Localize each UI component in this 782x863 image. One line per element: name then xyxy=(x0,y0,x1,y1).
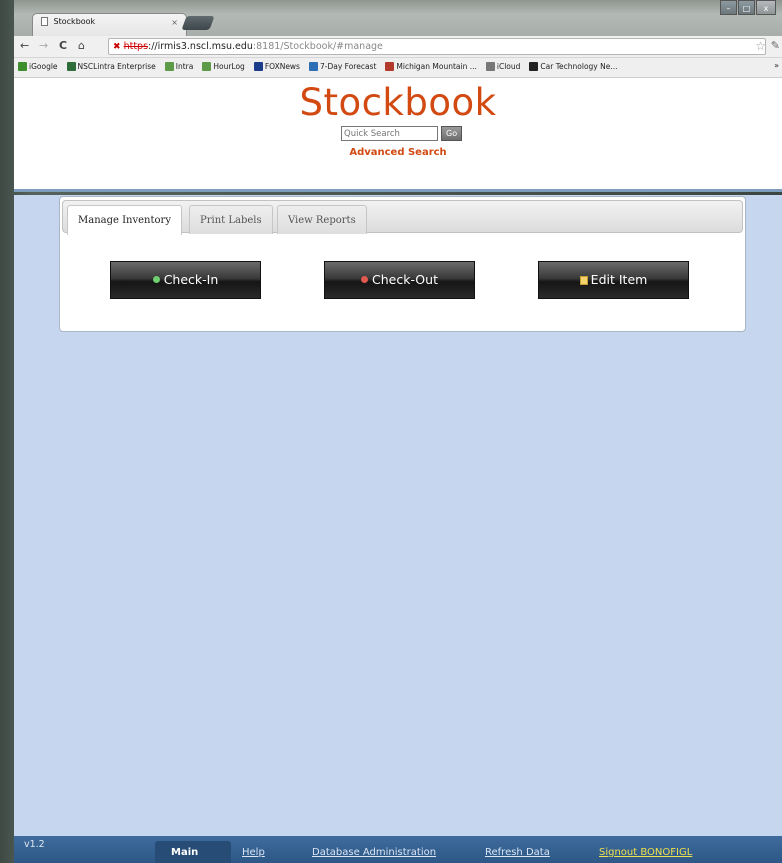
maximize-button[interactable]: □ xyxy=(738,0,755,15)
bookmark-label: FOXNews xyxy=(264,62,300,71)
close-window-button[interactable]: x xyxy=(756,0,776,15)
url-path: :8181/Stockbook/#manage xyxy=(252,41,383,52)
bookmark-favicon-icon xyxy=(308,62,318,71)
window-controls: – □ x xyxy=(720,0,776,16)
tab-view-reports[interactable]: View Reports xyxy=(277,205,367,234)
browser-tab[interactable]: Stockbook × xyxy=(32,13,187,36)
footer-link-help[interactable]: Help xyxy=(242,847,265,858)
bookmarks-bar: iGoogle NSCLintra Enterprise Intra HourLog F… xyxy=(14,58,782,78)
bookmark-favicon-icon xyxy=(66,62,76,71)
reload-icon[interactable]: C xyxy=(59,39,67,52)
bookmark-item[interactable]: iGoogle xyxy=(18,62,58,71)
browser-titlebar: Stockbook × – □ x xyxy=(14,0,782,36)
edit-item-button[interactable]: Edit Item xyxy=(538,261,689,299)
bookmark-favicon-icon xyxy=(164,62,174,71)
url-host: ://irmis3.nscl.msu.edu xyxy=(148,41,253,52)
advanced-search-link[interactable]: Advanced Search xyxy=(14,147,782,158)
tab-print-labels[interactable]: Print Labels xyxy=(189,205,273,234)
wrench-icon[interactable]: ✎ xyxy=(771,39,780,52)
page-icon xyxy=(41,17,48,26)
red-dot-icon xyxy=(361,276,368,283)
quick-search: Go xyxy=(341,126,463,141)
check-out-label: Check-Out xyxy=(372,272,438,287)
bookmark-label: Car Technology Ne... xyxy=(540,62,618,71)
bookmark-favicon-icon xyxy=(18,62,27,71)
minimize-button[interactable]: – xyxy=(720,0,737,15)
bookmark-item[interactable]: 7-Day Forecast xyxy=(308,62,377,71)
forward-icon[interactable]: → xyxy=(39,39,48,52)
footer-link-database-administration[interactable]: Database Administration xyxy=(312,847,436,858)
bookmark-item[interactable]: HourLog xyxy=(202,62,245,71)
bookmark-item[interactable]: NSCLintra Enterprise xyxy=(66,62,156,71)
bookmark-label: Michigan Mountain ... xyxy=(396,62,477,71)
page-header: Stockbook Go Advanced Search xyxy=(14,78,782,192)
bookmark-item[interactable]: FOXNews xyxy=(253,62,300,71)
address-bar[interactable]: ✖ https://irmis3.nscl.msu.edu:8181/Stock… xyxy=(108,38,766,55)
bookmark-label: HourLog xyxy=(213,62,245,71)
bookmark-favicon-icon xyxy=(253,62,263,71)
bookmark-label: iGoogle xyxy=(29,62,58,71)
green-dot-icon xyxy=(152,276,160,283)
home-icon[interactable]: ⌂ xyxy=(78,39,85,52)
bookmarks-overflow-icon[interactable]: » xyxy=(774,61,779,70)
back-icon[interactable]: ← xyxy=(20,39,29,52)
check-out-button[interactable]: Check-Out xyxy=(324,261,475,299)
check-in-button[interactable]: Check-In xyxy=(110,261,261,299)
bookmark-star-icon[interactable]: ☆ xyxy=(755,39,766,53)
version-label: v1.2 xyxy=(24,839,45,850)
footer-link-refresh-data[interactable]: Refresh Data xyxy=(485,847,550,858)
go-button[interactable]: Go xyxy=(441,126,463,141)
tab-manage-inventory[interactable]: Manage Inventory xyxy=(67,205,182,235)
bookmark-label: 7-Day Forecast xyxy=(319,62,377,71)
check-in-label: Check-In xyxy=(163,272,219,287)
footer-bar: v1.2 Main Help Database Administration R… xyxy=(14,836,782,863)
url-scheme: https xyxy=(123,41,149,52)
new-tab-button[interactable] xyxy=(181,16,215,30)
bookmark-item[interactable]: Car Technology Ne... xyxy=(529,62,618,71)
inventory-panel: Manage Inventory Print Labels View Repor… xyxy=(59,196,746,332)
bookmark-item[interactable]: Michigan Mountain ... xyxy=(385,62,477,71)
bookmark-favicon-icon xyxy=(385,62,395,71)
bookmark-label: Intra xyxy=(175,62,194,71)
browser-tab-title: Stockbook xyxy=(53,17,96,26)
close-tab-icon[interactable]: × xyxy=(171,18,178,27)
bookmark-favicon-icon xyxy=(485,62,495,71)
footer-link-main[interactable]: Main xyxy=(171,847,198,858)
bookmark-item[interactable]: Intra xyxy=(164,62,194,71)
tab-bar: Manage Inventory Print Labels View Repor… xyxy=(62,200,743,235)
bookmark-favicon-icon xyxy=(202,62,212,71)
quick-search-input[interactable] xyxy=(341,126,438,141)
browser-toolbar: ← → C ⌂ ✖ https://irmis3.nscl.msu.edu:81… xyxy=(14,36,782,58)
insecure-lock-icon: ✖ xyxy=(113,42,121,52)
edit-icon xyxy=(579,276,588,285)
edit-item-label: Edit Item xyxy=(590,272,648,287)
bookmark-favicon-icon xyxy=(529,62,539,71)
bookmark-label: iCloud xyxy=(496,62,521,71)
app-title: Stockbook xyxy=(299,81,497,124)
bookmark-item[interactable]: iCloud xyxy=(485,62,521,71)
footer-link-signout[interactable]: Signout BONOFIGL xyxy=(599,847,692,858)
bookmark-label: NSCLintra Enterprise xyxy=(77,62,156,71)
